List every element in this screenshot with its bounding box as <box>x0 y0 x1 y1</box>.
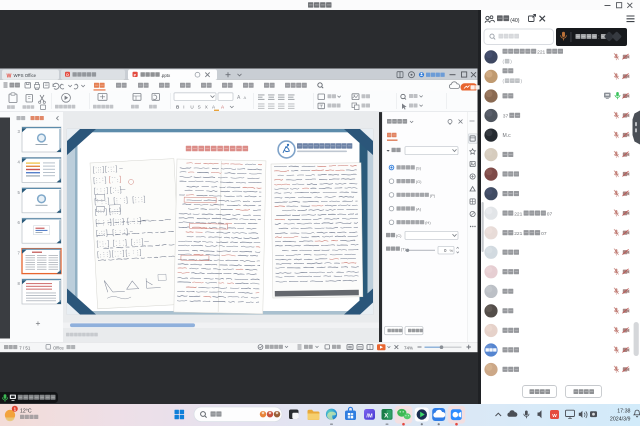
svg-text:(C): (C) <box>396 233 402 238</box>
svg-text:U: U <box>190 104 193 109</box>
svg-text:M.c: M.c <box>503 133 512 139</box>
svg-text:(40): (40) <box>510 18 519 24</box>
svg-text:/M: /M <box>366 414 373 420</box>
svg-text:(S): (S) <box>416 165 422 170</box>
svg-text:7 / 51: 7 / 51 <box>19 345 31 350</box>
svg-text:%: % <box>450 248 454 253</box>
svg-text:(G): (G) <box>416 179 422 184</box>
svg-text:2024/3/9: 2024/3/9 <box>610 416 631 422</box>
svg-text:221: 221 <box>514 211 522 217</box>
svg-text:221: 221 <box>514 231 522 237</box>
svg-text:WPS Office: WPS Office <box>14 73 37 78</box>
svg-text:Office: Office <box>53 345 65 350</box>
svg-text:W: W <box>7 73 12 79</box>
svg-text:17:38: 17:38 <box>617 408 630 414</box>
svg-text:I: I <box>183 104 184 109</box>
svg-text:A: A <box>244 95 247 100</box>
svg-text:74%: 74% <box>404 345 413 350</box>
svg-text:07: 07 <box>541 231 547 237</box>
svg-text:37: 37 <box>503 114 509 120</box>
svg-text::: : <box>598 35 599 41</box>
svg-text:P: P <box>134 73 137 77</box>
svg-text:S: S <box>198 104 201 109</box>
svg-text:(H): (H) <box>425 220 431 225</box>
svg-text:221: 221 <box>537 50 545 56</box>
svg-text:D: D <box>66 73 69 77</box>
svg-text:X: X <box>205 104 208 109</box>
svg-text:07: 07 <box>547 211 553 217</box>
svg-text:+: + <box>36 318 41 328</box>
svg-text:(P): (P) <box>430 193 436 198</box>
svg-text:W: W <box>552 413 557 419</box>
svg-text:12°C: 12°C <box>20 408 32 414</box>
svg-text:(A): (A) <box>416 207 422 212</box>
svg-text:.pptx: .pptx <box>161 73 171 78</box>
